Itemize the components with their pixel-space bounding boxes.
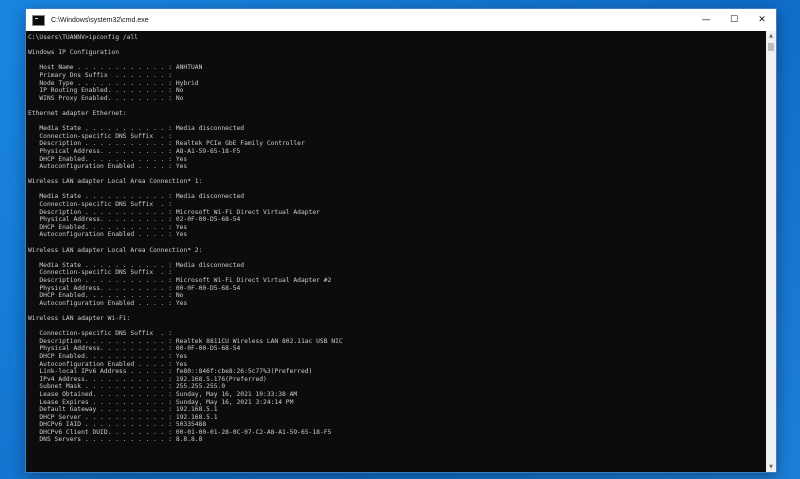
scrollbar-thumb[interactable] — [768, 43, 774, 51]
console-line: Lease Expires . . . . . . . . . . : Sund… — [28, 398, 294, 406]
console-output[interactable]: C:\Users\TUANNV>ipconfig /all Windows IP… — [26, 31, 766, 472]
scroll-up-arrow-icon[interactable]: ▲ — [766, 31, 776, 41]
console-line: Default Gateway . . . . . . . . . : 192.… — [28, 406, 218, 414]
console-line: WINS Proxy Enabled. . . . . . . . : No — [28, 94, 184, 102]
console-line: IP Routing Enabled. . . . . . . . : No — [28, 87, 184, 95]
console-line: DHCP Server . . . . . . . . . . . : 192.… — [28, 413, 218, 421]
console-line: Connection-specific DNS Suffix . : — [28, 330, 173, 338]
console-line: Connection-specific DNS Suffix . : — [28, 201, 173, 209]
console-line: DNS Servers . . . . . . . . . . . : 8.8.… — [28, 436, 203, 444]
console-line: DHCPv6 IAID . . . . . . . . . . . : 5033… — [28, 421, 207, 429]
scroll-down-arrow-icon[interactable]: ▼ — [766, 462, 776, 472]
minimize-button[interactable]: — — [692, 9, 720, 31]
console-line: Autoconfiguration Enabled . . . . : Yes — [28, 163, 188, 171]
console-text: C:\Users\TUANNV>ipconfig /all Windows IP… — [26, 31, 766, 444]
console-line: Connection-specific DNS Suffix . : — [28, 269, 173, 277]
vertical-scrollbar[interactable]: ▲ ▼ — [766, 31, 776, 472]
console-line: Autoconfiguration Enabled . . . . : Yes — [28, 360, 188, 368]
console-line: Node Type . . . . . . . . . . . . : Hybr… — [28, 79, 199, 87]
console-line: Media State . . . . . . . . . . . : Medi… — [28, 125, 245, 133]
console-line: DHCP Enabled. . . . . . . . . . . : Yes — [28, 352, 188, 360]
console-line: Wireless LAN adapter Local Area Connecti… — [28, 246, 203, 254]
console-line: Media State . . . . . . . . . . . : Medi… — [28, 261, 245, 269]
console-line: Link-local IPv6 Address . . . . . : fe80… — [28, 368, 313, 376]
console-line: Physical Address. . . . . . . . . : 02-0… — [28, 216, 241, 224]
console-line: DHCP Enabled. . . . . . . . . . . : No — [28, 292, 184, 300]
console-line: C:\Users\TUANNV>ipconfig /all — [28, 34, 138, 41]
console-line: DHCP Enabled. . . . . . . . . . . : Yes — [28, 223, 188, 231]
cmd-window[interactable]: C:\Windows\system32\cmd.exe — ☐ ✕ C:\Use… — [25, 8, 777, 473]
maximize-button[interactable]: ☐ — [720, 9, 748, 31]
console-line: Subnet Mask . . . . . . . . . . . : 255.… — [28, 383, 226, 391]
console-line: Autoconfiguration Enabled . . . . : Yes — [28, 231, 188, 239]
console-line: Physical Address. . . . . . . . . : 00-0… — [28, 284, 241, 292]
console-line: Wireless LAN adapter Local Area Connecti… — [28, 178, 203, 186]
console-line: Description . . . . . . . . . . . : Micr… — [28, 277, 332, 284]
console-line: Ethernet adapter Ethernet: — [28, 109, 127, 117]
console-icon — [32, 14, 45, 26]
console-line: Connection-specific DNS Suffix . : — [28, 132, 173, 140]
console-line: Primary Dns Suffix . . . . . . . : — [28, 71, 173, 79]
console-line: Description . . . . . . . . . . . : Real… — [28, 337, 343, 345]
console-line: Physical Address. . . . . . . . . : A8-A… — [28, 147, 241, 155]
title-bar[interactable]: C:\Windows\system32\cmd.exe — ☐ ✕ — [26, 9, 776, 31]
console-line: IPv4 Address. . . . . . . . . . . : 192.… — [28, 375, 267, 383]
console-line: Autoconfiguration Enabled . . . . : Yes — [28, 299, 188, 307]
console-line: DHCP Enabled. . . . . . . . . . . : Yes — [28, 155, 188, 163]
console-line: Description . . . . . . . . . . . : Micr… — [28, 208, 320, 216]
console-line: Wireless LAN adapter Wi-Fi: — [28, 314, 131, 322]
close-button[interactable]: ✕ — [748, 9, 776, 31]
console-line: Host Name . . . . . . . . . . . . : ANHT… — [28, 64, 203, 72]
console-line: DHCPv6 Client DUID. . . . . . . . : 00-0… — [28, 428, 332, 436]
window-controls: — ☐ ✕ — [692, 9, 776, 31]
console-line: Lease Obtained. . . . . . . . . . : Sund… — [28, 390, 298, 398]
console-line: Media State . . . . . . . . . . . : Medi… — [28, 193, 245, 201]
console-line: Physical Address. . . . . . . . . : 00-0… — [28, 345, 241, 353]
console-line: Windows IP Configuration — [28, 49, 119, 57]
console-line: Description . . . . . . . . . . . : Real… — [28, 140, 305, 148]
window-title: C:\Windows\system32\cmd.exe — [51, 16, 149, 24]
